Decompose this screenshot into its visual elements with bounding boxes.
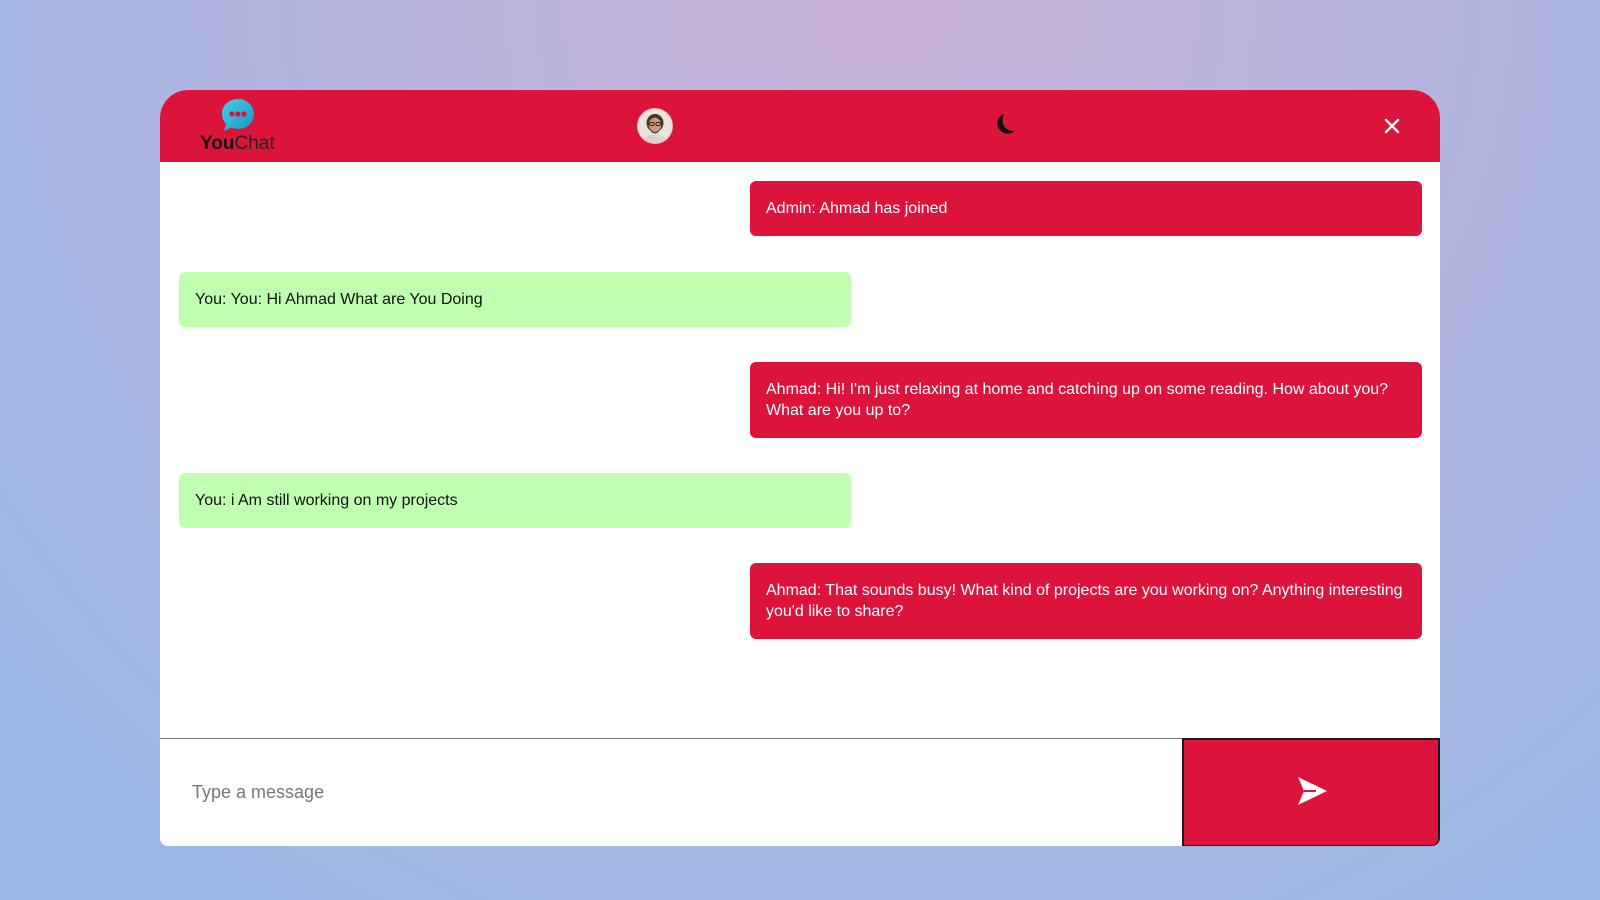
close-button[interactable]	[1378, 112, 1406, 140]
avatar[interactable]	[638, 109, 672, 143]
app-name-chat: Chat	[234, 133, 275, 154]
moon-icon	[997, 114, 1015, 134]
send-icon	[1298, 777, 1327, 805]
message-incoming: Ahmad: Hi! I'm just relaxing at home and…	[750, 362, 1422, 438]
message-list: Admin: Ahmad has joined You: You: Hi Ahm…	[160, 162, 1440, 828]
chat-bubble-icon	[222, 99, 254, 131]
message-outgoing: You: You: Hi Ahmad What are You Doing	[179, 272, 851, 327]
message-incoming: Admin: Ahmad has joined	[750, 181, 1422, 236]
message-outgoing: You: i Am still working on my projects	[179, 473, 851, 528]
message-incoming: Ahmad: That sounds busy! What kind of pr…	[750, 563, 1422, 639]
app-name: YouChat	[200, 134, 275, 154]
app-logo: YouChat	[200, 96, 280, 156]
theme-toggle-button[interactable]	[992, 112, 1018, 138]
chat-window: YouChat Admin: Ahmad has joined You: You…	[160, 90, 1440, 846]
message-composer	[160, 738, 1440, 846]
message-input[interactable]	[160, 739, 1182, 845]
user-avatar-icon	[638, 109, 672, 143]
send-button[interactable]	[1182, 738, 1440, 846]
app-name-you: You	[200, 133, 235, 154]
chat-header: YouChat	[160, 90, 1440, 162]
close-icon	[1384, 118, 1400, 134]
